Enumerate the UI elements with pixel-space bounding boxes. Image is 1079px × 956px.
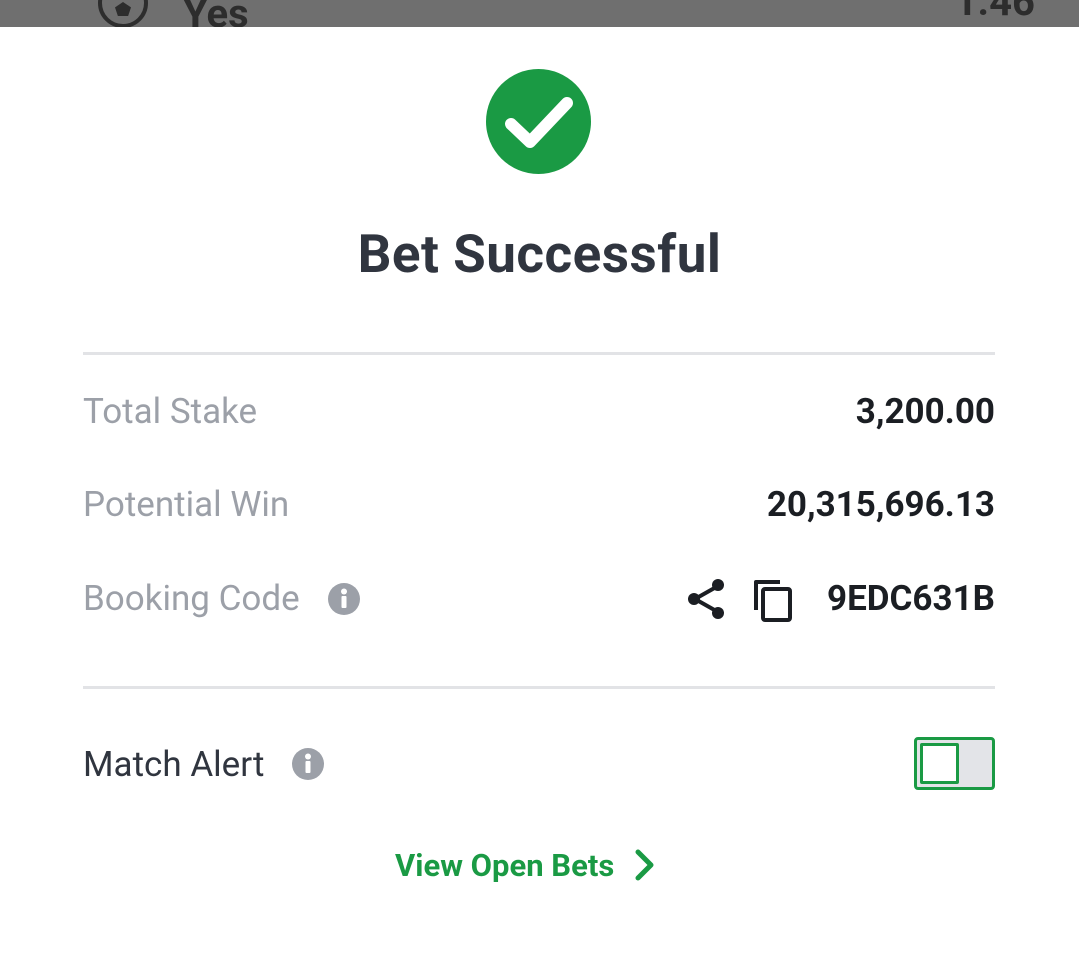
total-stake-row: Total Stake 3,200.00 — [83, 387, 995, 437]
chevron-right-icon — [635, 849, 654, 881]
booking-code-label: Booking Code — [83, 578, 300, 619]
toggle-knob — [920, 743, 959, 784]
total-stake-value: 3,200.00 — [855, 391, 995, 432]
match-alert-toggle[interactable] — [914, 737, 995, 790]
divider — [83, 352, 995, 355]
potential-win-value: 20,315,696.13 — [766, 484, 995, 525]
check-circle-icon — [486, 69, 591, 174]
info-icon[interactable] — [292, 748, 324, 780]
share-icon[interactable] — [686, 578, 726, 620]
total-stake-label: Total Stake — [83, 391, 258, 432]
background-overlay: Yes 1.46 — [0, 0, 1079, 27]
view-open-bets-label: View Open Bets — [395, 846, 615, 884]
background-odds-text: 1.46 — [954, 0, 1035, 25]
soccer-ball-icon — [98, 0, 148, 27]
potential-win-label: Potential Win — [83, 484, 290, 525]
potential-win-row: Potential Win 20,315,696.13 — [83, 480, 995, 530]
info-icon[interactable] — [328, 583, 360, 615]
bet-success-modal: Bet Successful Total Stake 3,200.00 Pote… — [0, 27, 1079, 956]
view-open-bets-link[interactable]: View Open Bets — [395, 840, 656, 890]
booking-code-row: Booking Code 9EDC631B — [83, 574, 995, 624]
page-title: Bet Successful — [357, 223, 722, 285]
copy-icon[interactable] — [752, 578, 794, 622]
booking-code-value[interactable]: 9EDC631B — [827, 574, 995, 624]
background-selection-text: Yes — [183, 0, 249, 27]
divider — [83, 686, 995, 689]
match-alert-label: Match Alert — [83, 744, 265, 785]
